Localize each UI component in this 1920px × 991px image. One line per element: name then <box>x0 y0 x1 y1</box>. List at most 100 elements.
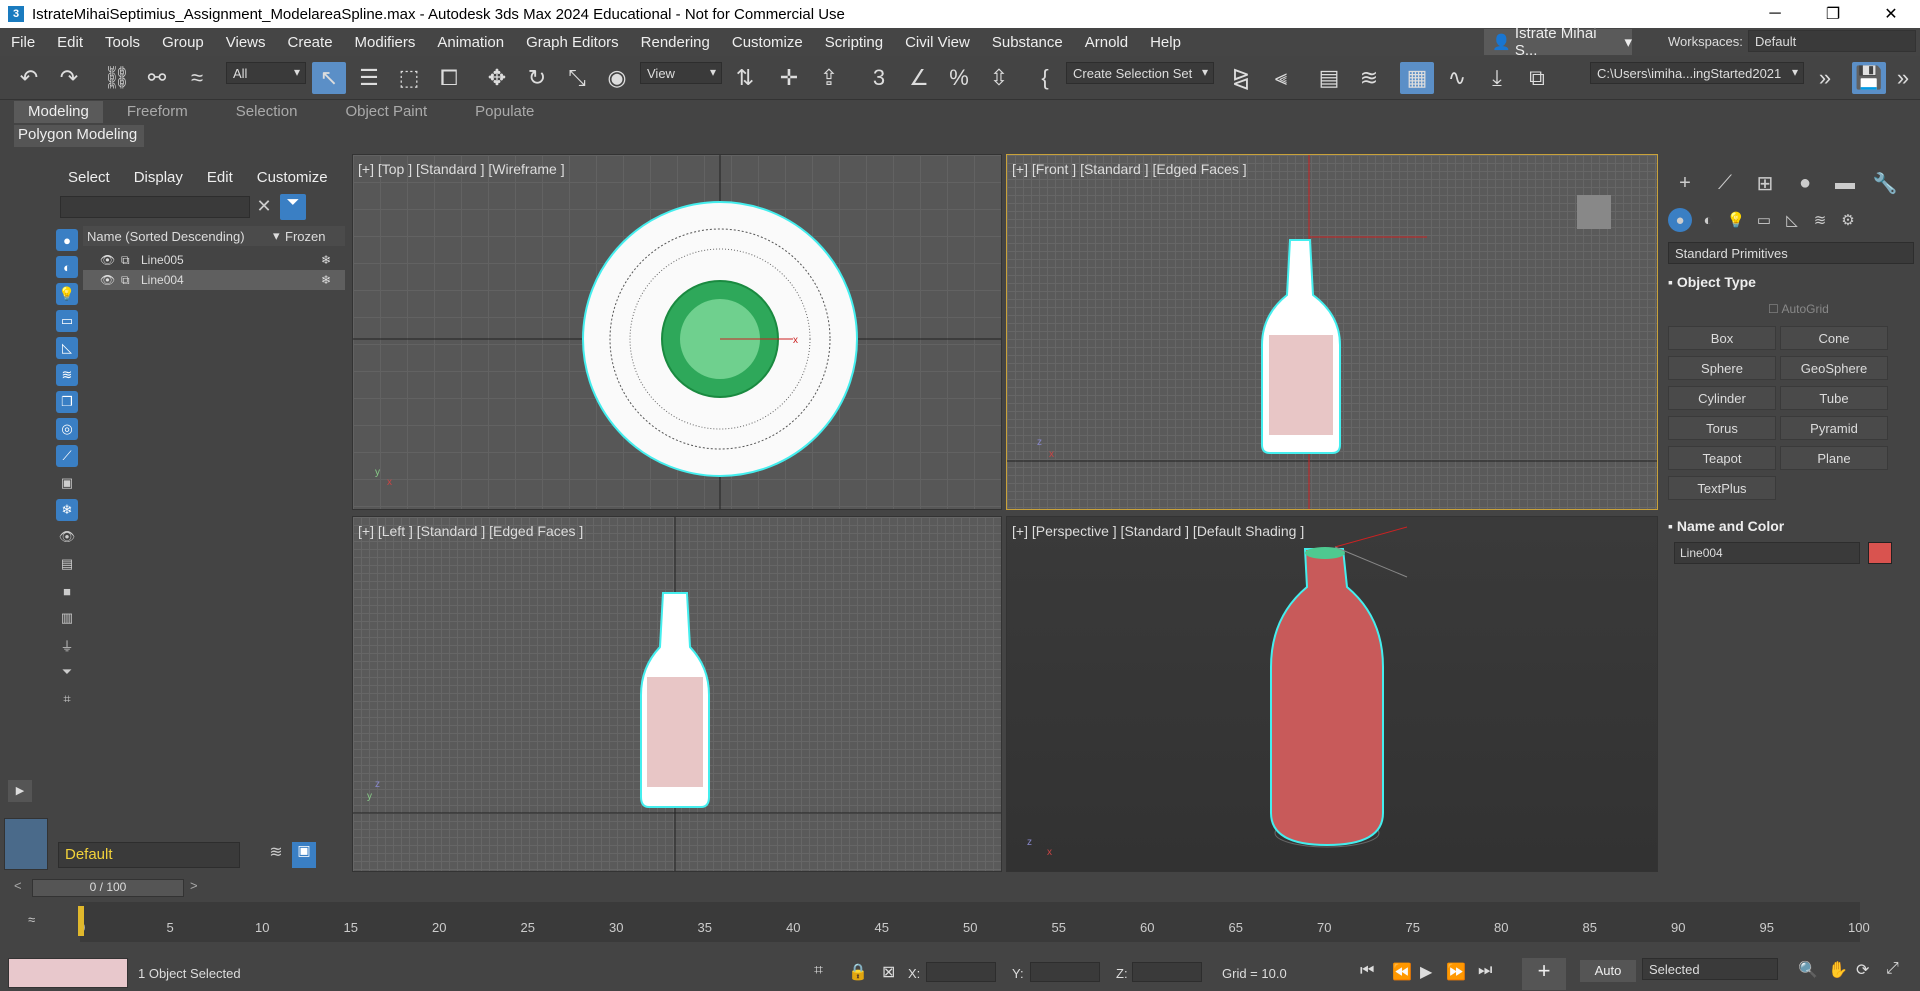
lock-icon[interactable]: 🔒 <box>848 962 868 982</box>
track-bar-icon[interactable]: ≈ <box>28 912 35 927</box>
spacewarps-icon[interactable]: ≋ <box>1808 208 1832 232</box>
layer-toggle-icon[interactable]: ▣ <box>292 842 316 868</box>
helpers-icon[interactable]: ◺ <box>1780 208 1804 232</box>
workspaces-dropdown[interactable]: Default <box>1748 30 1916 52</box>
redo-icon[interactable]: ↷ <box>52 62 86 94</box>
ribbon-tab-freeform[interactable]: Freeform <box>103 101 212 123</box>
primitive-sphere-button[interactable]: Sphere <box>1668 356 1776 380</box>
filter-funnel-icon[interactable]: ⏷ <box>280 194 306 220</box>
eye-icon[interactable]: 👁 <box>83 273 115 287</box>
explorer-menu-select[interactable]: Select <box>56 169 122 186</box>
cameras-icon[interactable]: ▭ <box>1752 208 1776 232</box>
angle-snap-icon[interactable]: ∠ <box>902 62 936 94</box>
layers-icon[interactable]: ≋ <box>264 842 288 868</box>
primitive-tube-button[interactable]: Tube <box>1780 386 1888 410</box>
keyboard-shortcut-icon[interactable]: ⇪ <box>812 62 846 94</box>
time-marker[interactable] <box>78 906 84 936</box>
menu-tools[interactable]: Tools <box>94 34 151 51</box>
material-editor-icon[interactable]: ⧉ <box>1520 62 1554 94</box>
restore-button[interactable]: ❐ <box>1804 0 1862 28</box>
viewport-label[interactable]: [+] [Perspective ] [Standard ] [Default … <box>1012 523 1304 539</box>
curve-editor-icon[interactable]: ∿ <box>1440 62 1474 94</box>
name-column-header[interactable]: Name (Sorted Descending) <box>83 229 273 244</box>
selection-filter-dropdown[interactable]: All <box>226 62 306 84</box>
absolute-mode-icon[interactable]: ⊠ <box>882 962 895 982</box>
primitive-pyramid-button[interactable]: Pyramid <box>1780 416 1888 440</box>
toggle-scene-explorer-icon[interactable]: ▤ <box>1312 62 1346 94</box>
autogrid-checkbox[interactable]: ☐ AutoGrid <box>1768 302 1829 316</box>
explorer-menu-customize[interactable]: Customize <box>245 169 340 186</box>
display-tab-icon[interactable]: ▬ <box>1830 168 1860 198</box>
viewport-top[interactable]: [+] [Top ] [Standard ] [Wireframe ] x y … <box>352 154 1002 510</box>
rotate-icon[interactable]: ↻ <box>520 62 554 94</box>
next-key-icon[interactable]: ⏩ <box>1446 962 1466 982</box>
reference-coordinate-dropdown[interactable]: View <box>640 62 722 84</box>
menu-scripting[interactable]: Scripting <box>814 34 894 51</box>
y-coordinate-input[interactable] <box>1030 962 1100 982</box>
menu-arnold[interactable]: Arnold <box>1074 34 1139 51</box>
mirror-icon[interactable]: ⧎ <box>1224 62 1258 94</box>
snaps-toggle-icon[interactable]: 3 <box>862 62 896 94</box>
project-path-dropdown[interactable]: C:\Users\imiha...ingStarted2021 <box>1590 62 1804 84</box>
menu-views[interactable]: Views <box>215 34 277 51</box>
layer-dropdown[interactable]: Default <box>58 842 240 868</box>
pan-icon[interactable]: ✋ <box>1828 960 1848 980</box>
next-frame-icon[interactable]: > <box>190 878 204 898</box>
menu-modifiers[interactable]: Modifiers <box>344 34 427 51</box>
primitive-cone-button[interactable]: Cone <box>1780 326 1888 350</box>
rectangle-selection-icon[interactable]: ⬚ <box>392 62 426 94</box>
object-type-rollout[interactable]: ▪ Object Type <box>1668 274 1914 290</box>
primitive-category-dropdown[interactable]: Standard Primitives <box>1668 242 1914 264</box>
menu-create[interactable]: Create <box>277 34 344 51</box>
menu-file[interactable]: File <box>0 34 46 51</box>
more-icon[interactable]: » <box>1808 62 1842 94</box>
pivot-icon[interactable]: ⇅ <box>728 62 762 94</box>
window-crossing-icon[interactable]: ⧠ <box>432 62 466 94</box>
unlink-icon[interactable]: ⚯ <box>140 62 174 94</box>
object-name-input[interactable]: Line004 <box>1674 542 1860 564</box>
auto-key-button[interactable]: Auto <box>1580 960 1636 982</box>
explorer-menu-edit[interactable]: Edit <box>195 169 245 186</box>
time-slider[interactable]: 0 / 100 <box>32 879 184 897</box>
primitive-box-button[interactable]: Box <box>1668 326 1776 350</box>
ribbon-tab-object-paint[interactable]: Object Paint <box>321 101 451 123</box>
ribbon-tab-populate[interactable]: Populate <box>451 101 558 123</box>
menu-edit[interactable]: Edit <box>46 34 94 51</box>
menu-graph-editors[interactable]: Graph Editors <box>515 34 630 51</box>
explorer-row[interactable]: 👁 ⧉ Line005 ❄ <box>83 250 345 270</box>
spinner-snap-icon[interactable]: ⇳ <box>982 62 1016 94</box>
frozen-column-header[interactable]: Frozen <box>279 229 325 244</box>
modify-tab-icon[interactable]: ⟋ <box>1710 168 1740 198</box>
key-filter-dropdown[interactable]: Selected <box>1642 958 1778 980</box>
ribbon-tab-modeling[interactable]: Modeling <box>14 101 103 123</box>
maxscript-listener[interactable] <box>8 958 128 988</box>
viewport-label[interactable]: [+] [Front ] [Standard ] [Edged Faces ] <box>1012 161 1247 177</box>
ribbon-toggle-icon[interactable]: ▦ <box>1400 62 1434 94</box>
overflow-icon[interactable]: » <box>1886 62 1920 94</box>
menu-substance[interactable]: Substance <box>981 34 1074 51</box>
menu-help[interactable]: Help <box>1139 34 1192 51</box>
clear-search-icon[interactable]: ✕ <box>252 196 276 218</box>
menu-animation[interactable]: Animation <box>426 34 515 51</box>
primitive-geosphere-button[interactable]: GeoSphere <box>1780 356 1888 380</box>
orbit-icon[interactable]: ⟳ <box>1856 960 1869 980</box>
named-selection-icon[interactable]: { <box>1028 62 1062 94</box>
hierarchy-tab-icon[interactable]: ⊞ <box>1750 168 1780 198</box>
primitive-teapot-button[interactable]: Teapot <box>1668 446 1776 470</box>
prev-frame-icon[interactable]: < <box>14 878 28 898</box>
move-icon[interactable]: ✥ <box>480 62 514 94</box>
viewport-left[interactable]: [+] [Left ] [Standard ] [Edged Faces ] z… <box>352 516 1002 872</box>
create-selection-set-dropdown[interactable]: Create Selection Set <box>1066 62 1214 84</box>
viewport-layout-icon[interactable] <box>4 818 48 870</box>
zoom-icon[interactable]: 🔍 <box>1798 960 1818 980</box>
systems-icon[interactable]: ⚙ <box>1836 208 1860 232</box>
select-by-name-icon[interactable]: ☰ <box>352 62 386 94</box>
motion-tab-icon[interactable]: ● <box>1790 168 1820 198</box>
object-color-swatch[interactable] <box>1868 542 1892 564</box>
menu-rendering[interactable]: Rendering <box>630 34 721 51</box>
z-coordinate-input[interactable] <box>1132 962 1202 982</box>
set-key-icon[interactable]: + <box>1522 958 1566 990</box>
utilities-tab-icon[interactable]: 🔧 <box>1870 168 1900 198</box>
scale-icon[interactable]: ⤡ <box>560 62 594 94</box>
viewport-front[interactable]: [+] [Front ] [Standard ] [Edged Faces ] … <box>1006 154 1658 510</box>
